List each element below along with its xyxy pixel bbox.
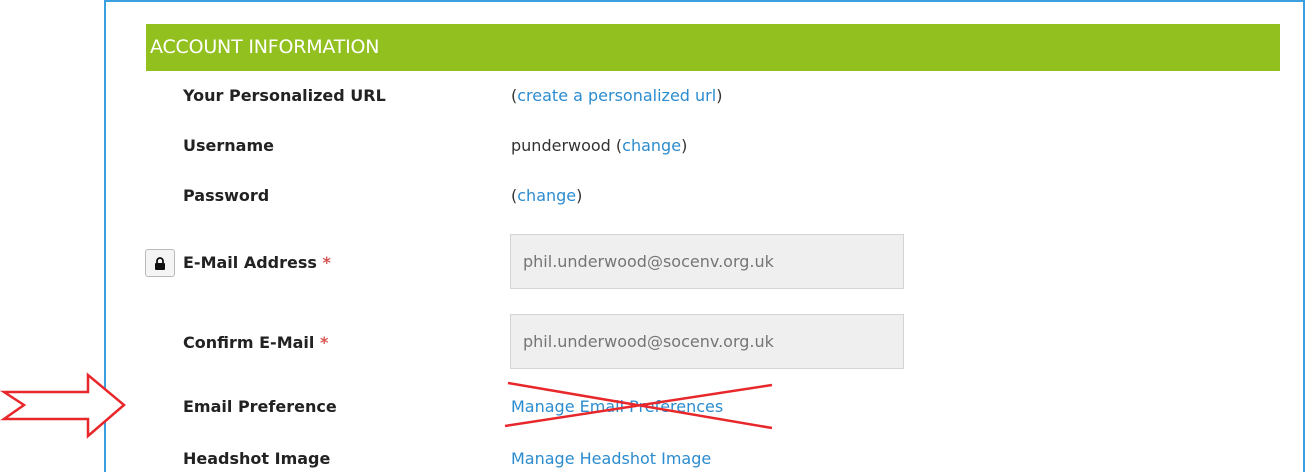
arrow-right-icon bbox=[0, 372, 126, 439]
cross-out-icon bbox=[504, 381, 773, 430]
cross-out-stroke-2 bbox=[504, 383, 773, 428]
